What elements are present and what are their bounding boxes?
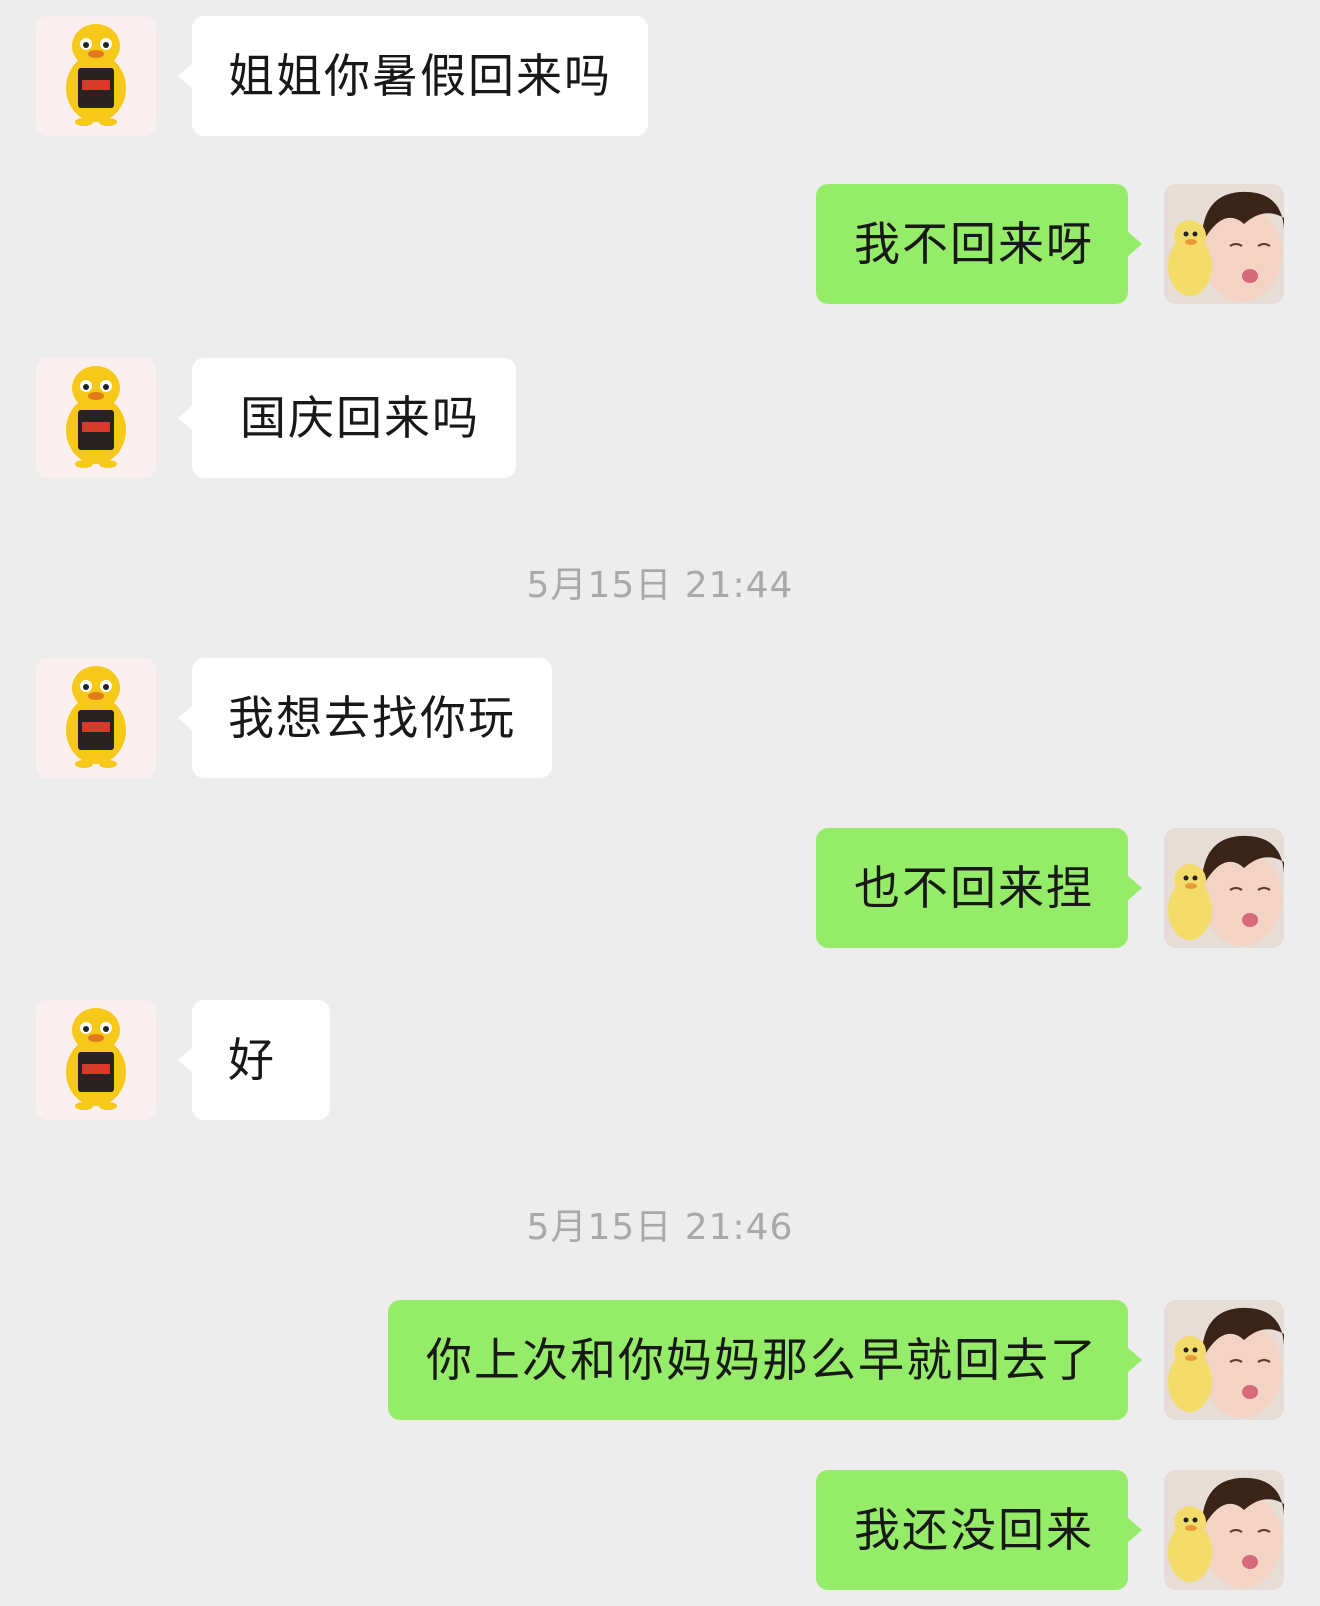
message-bubble[interactable]: 我想去找你玩 xyxy=(178,658,552,778)
child-with-duck-avatar-icon[interactable] xyxy=(1164,1300,1284,1420)
yellow-mascot-avatar-icon[interactable] xyxy=(36,358,156,478)
message-bubble[interactable]: 也不回来捏 xyxy=(816,828,1142,948)
yellow-mascot-avatar-icon[interactable] xyxy=(36,1000,156,1120)
incoming-message: 我想去找你玩 xyxy=(36,658,552,778)
message-timestamp: 5月15日 21:46 xyxy=(526,1207,794,1248)
incoming-message: 姐姐你暑假回来吗 xyxy=(36,16,648,136)
yellow-mascot-avatar-icon[interactable] xyxy=(36,658,156,778)
outgoing-message: 你上次和你妈妈那么早就回去了 xyxy=(378,1300,1284,1420)
message-bubble[interactable]: 好 xyxy=(178,1000,330,1120)
incoming-message: 好 xyxy=(36,1000,330,1120)
chat-window[interactable]: 姐姐你暑假回来吗 我不回来呀 国庆回来吗 5月15日 21:44 我想去找你玩 … xyxy=(0,0,1320,1606)
outgoing-message: 我还没回来 xyxy=(808,1470,1284,1590)
message-bubble[interactable]: 你上次和你妈妈那么早就回去了 xyxy=(388,1300,1142,1420)
child-with-duck-avatar-icon[interactable] xyxy=(1164,1470,1284,1590)
child-with-duck-avatar-icon[interactable] xyxy=(1164,184,1284,304)
message-bubble[interactable]: 姐姐你暑假回来吗 xyxy=(178,16,648,136)
incoming-message: 国庆回来吗 xyxy=(36,358,516,478)
yellow-mascot-avatar-icon[interactable] xyxy=(36,16,156,136)
outgoing-message: 也不回来捏 xyxy=(808,828,1284,948)
child-with-duck-avatar-icon[interactable] xyxy=(1164,828,1284,948)
message-bubble[interactable]: 我还没回来 xyxy=(816,1470,1142,1590)
message-bubble[interactable]: 我不回来呀 xyxy=(816,184,1142,304)
message-timestamp: 5月15日 21:44 xyxy=(526,565,794,606)
message-bubble[interactable]: 国庆回来吗 xyxy=(178,358,516,478)
outgoing-message: 我不回来呀 xyxy=(808,184,1284,304)
